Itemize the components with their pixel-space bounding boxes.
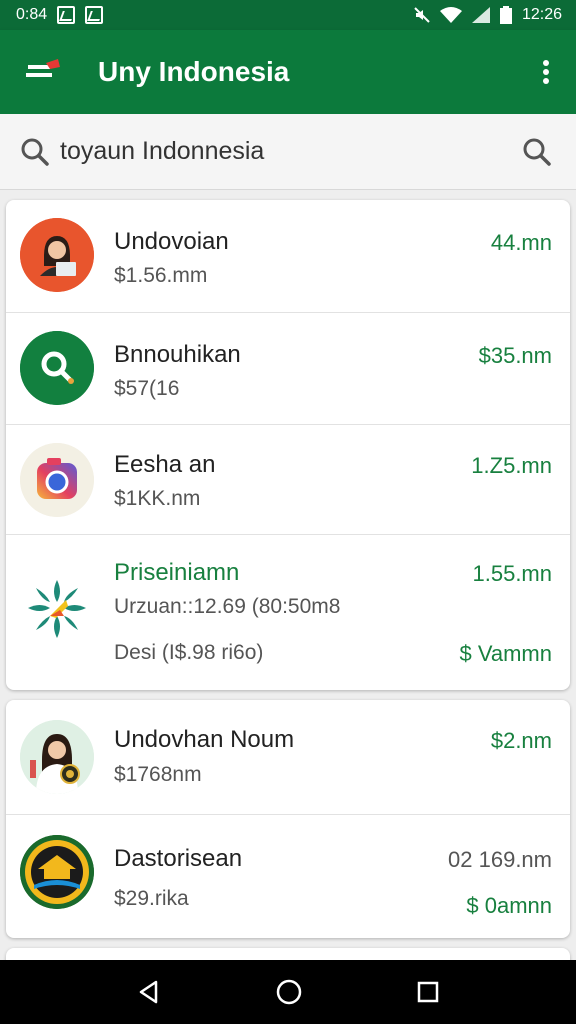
overflow-menu-icon[interactable] xyxy=(536,57,556,87)
item-sub: Urzuan::12.69 (80:50m8 xyxy=(114,595,341,618)
item-sub: $1768nm xyxy=(114,763,202,786)
home-icon[interactable] xyxy=(275,978,303,1006)
status-bar: 0:84 12:26 xyxy=(0,0,576,30)
item-name: Dastorisean xyxy=(114,845,243,872)
item-amount: 1.Z5.mn xyxy=(471,453,552,478)
crest-emblem-icon xyxy=(20,835,94,909)
magnifier-badge-icon xyxy=(20,331,94,405)
results-card-2: Undovhan Noum $1768nm $2.nm Dastorisean … xyxy=(6,700,570,938)
avatar-person-laptop-icon xyxy=(20,218,94,292)
recents-icon[interactable] xyxy=(416,980,440,1004)
list-item[interactable]: Eesha an $1KK.nm 1.Z5.mn xyxy=(6,425,570,535)
signal-icon xyxy=(471,7,490,23)
notification-icon xyxy=(57,6,76,24)
item-name: Bnnouhikan xyxy=(114,341,241,368)
item-sub: $57(16 xyxy=(114,377,180,400)
navigation-bar xyxy=(0,960,576,1024)
list-item[interactable]: Undovhan Noum $1768nm $2.nm xyxy=(6,700,570,815)
search-icon xyxy=(21,138,49,166)
item-amount: 44.mn xyxy=(490,230,552,255)
item-amount-secondary: $ Vammn xyxy=(459,641,552,666)
avatar-person-badge-icon xyxy=(20,720,94,794)
item-name: Eesha an xyxy=(114,451,216,478)
wifi-icon xyxy=(439,7,462,23)
item-sub: $1.56.mm xyxy=(114,264,208,287)
results-card-1: Undovoian $1.56.mm 44.mn Bnnouhikan $57(… xyxy=(6,200,570,690)
app-title: Uny Indonesia xyxy=(98,56,290,87)
item-amount: $35.nm xyxy=(478,343,552,368)
notification-icon-2 xyxy=(85,6,104,24)
item-amount: 02 169.nm xyxy=(448,847,552,872)
item-amount: $2.nm xyxy=(490,728,552,753)
status-time-left: 0:84 xyxy=(16,6,48,23)
app-bar: Uny Indonesia xyxy=(0,30,576,114)
status-time-right: 12:26 xyxy=(521,6,562,23)
battery-icon xyxy=(499,6,512,24)
search-bar[interactable]: toyaun Indonnesia xyxy=(0,114,576,190)
camera-app-icon xyxy=(20,443,94,517)
app-logo-icon[interactable] xyxy=(24,55,62,89)
item-amount-secondary: $ 0amnn xyxy=(466,893,552,918)
item-sub: $29.rika xyxy=(114,887,189,910)
item-amount: 1.55.mn xyxy=(472,561,553,586)
floral-emblem-icon xyxy=(20,572,94,646)
item-sub-secondary: Desi (I$.98 ri6o) xyxy=(114,641,264,664)
list-item[interactable]: Dastorisean $29.rika 02 169.nm $ 0amnn xyxy=(6,815,570,938)
back-icon[interactable] xyxy=(136,979,162,1005)
search-input[interactable]: toyaun Indonnesia xyxy=(60,137,522,166)
list-item[interactable]: Bnnouhikan $57(16 $35.nm xyxy=(6,313,570,425)
item-sub: $1KK.nm xyxy=(114,487,201,510)
item-name: Undovoian xyxy=(114,228,229,255)
mute-icon xyxy=(414,7,430,23)
list-item[interactable]: Priseiniamn Urzuan::12.69 (80:50m8 Desi … xyxy=(6,535,570,690)
list-item[interactable]: Undovoian $1.56.mm 44.mn xyxy=(6,200,570,313)
item-name: Undovhan Noum xyxy=(114,726,295,753)
search-submit-icon[interactable] xyxy=(522,137,552,167)
item-name: Priseiniamn xyxy=(114,559,240,586)
